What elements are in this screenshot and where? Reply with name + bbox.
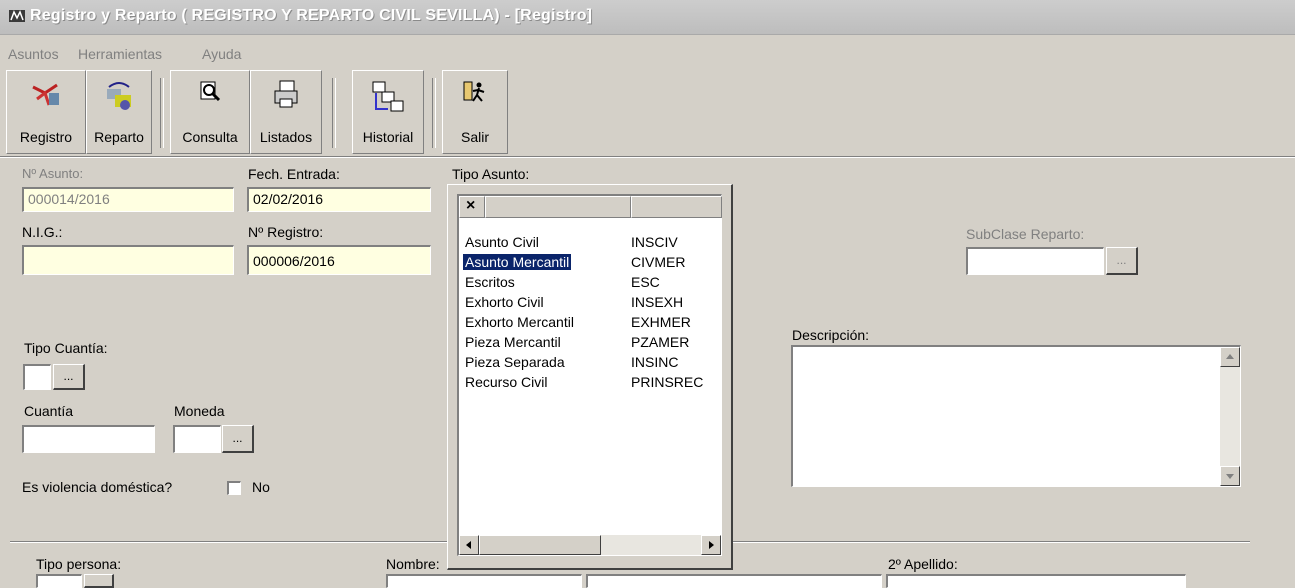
moneda-field[interactable]	[173, 425, 221, 453]
listados-button[interactable]: Listados	[250, 70, 322, 154]
item-name: Recurso Civil	[465, 374, 548, 390]
item-code: ESC	[631, 274, 660, 290]
close-icon: ×	[466, 197, 476, 214]
list-column-header-name[interactable]	[485, 196, 631, 218]
toolbar-separator	[160, 78, 164, 148]
scroll-down-button[interactable]	[1220, 466, 1240, 486]
toolbar-divider	[0, 156, 1295, 158]
historial-button[interactable]: Historial	[352, 70, 424, 154]
scroll-up-button[interactable]	[1220, 347, 1240, 367]
list-column-header-code[interactable]	[631, 196, 722, 218]
cuantia-label: Cuantía	[24, 403, 74, 419]
tipo-cuantia-label: Tipo Cuantía:	[24, 340, 108, 356]
subclase-lookup-button: ...	[1106, 247, 1138, 275]
listados-label: Listados	[259, 129, 313, 145]
reparto-button[interactable]: Reparto	[86, 70, 152, 154]
item-name: Asunto Civil	[465, 234, 539, 250]
list-horizontal-scrollbar[interactable]	[459, 535, 721, 555]
apellido2-label: 2º Apellido:	[888, 556, 958, 572]
item-code: INSINC	[631, 354, 679, 370]
menu-ayuda[interactable]: Ayuda	[202, 46, 241, 62]
item-code: CIVMER	[631, 254, 686, 270]
scroll-thumb[interactable]	[479, 535, 601, 555]
moneda-label: Moneda	[174, 403, 225, 419]
arrow-down-icon	[1226, 474, 1234, 479]
num-registro-field: 000006/2016	[247, 245, 431, 275]
descripcion-textarea[interactable]	[791, 345, 1241, 487]
violencia-checkbox[interactable]	[227, 481, 241, 495]
reparto-label: Reparto	[94, 129, 144, 145]
nombre-field[interactable]	[386, 574, 582, 588]
tipo-persona-label: Tipo persona:	[36, 556, 122, 572]
num-asunto-field: 000014/2016	[22, 187, 234, 212]
registro-icon	[32, 83, 59, 106]
tipo-persona-field[interactable]	[36, 574, 82, 588]
violencia-value: No	[252, 479, 270, 495]
registro-label: Registro	[19, 129, 73, 145]
descripcion-label: Descripción:	[792, 327, 870, 343]
exit-icon	[463, 81, 485, 102]
listados-icon	[274, 80, 298, 108]
fech-entrada-field[interactable]: 02/02/2016	[247, 187, 431, 212]
arrow-right-icon	[709, 541, 714, 549]
descripcion-scrollbar[interactable]	[1220, 347, 1240, 486]
item-name: Pieza Mercantil	[465, 334, 561, 350]
salir-label: Salir	[460, 129, 489, 145]
tipo-persona-lookup-button[interactable]	[84, 574, 114, 588]
consulta-button[interactable]: Consulta	[170, 70, 250, 154]
tipo-cuantia-field[interactable]	[23, 364, 51, 390]
moneda-lookup-button[interactable]: ...	[222, 425, 254, 453]
item-code: INSCIV	[631, 234, 678, 250]
toolbar-separator	[432, 78, 436, 148]
salir-button[interactable]: Salir	[442, 70, 508, 154]
subclase-label: SubClase Reparto:	[966, 226, 1085, 242]
historial-label: Historial	[362, 129, 414, 145]
menu-asuntos[interactable]: Asuntos	[8, 46, 59, 62]
tipo-asunto-list[interactable]: × Asunto Civil INSCIV Asunto Mercantil CIV…	[457, 194, 722, 556]
scroll-right-button[interactable]	[701, 535, 721, 555]
item-code: PZAMER	[631, 334, 690, 350]
tipo-cuantia-lookup-button[interactable]: ...	[53, 364, 85, 390]
toolbar-separator	[332, 78, 336, 148]
item-code: INSEXH	[631, 294, 684, 310]
cuantia-field[interactable]	[22, 425, 155, 453]
consulta-icon	[200, 81, 221, 102]
fech-entrada-label: Fech. Entrada:	[248, 166, 340, 182]
tipo-asunto-dropdown[interactable]: × Asunto Civil INSCIV Asunto Mercantil CIV…	[447, 184, 733, 570]
arrow-left-icon	[466, 541, 471, 549]
nig-field[interactable]	[22, 245, 234, 275]
reparto-icon	[107, 82, 131, 110]
toolbar: Registro Reparto Consulta Listados Histo…	[0, 70, 1295, 156]
scroll-left-button[interactable]	[459, 535, 479, 555]
num-registro-label: Nº Registro:	[248, 224, 324, 240]
nig-label: N.I.G.:	[22, 224, 63, 240]
menu-herramientas[interactable]: Herramientas	[78, 46, 162, 62]
arrow-up-icon	[1226, 354, 1234, 359]
subclase-field	[966, 247, 1104, 275]
historial-icon	[372, 81, 404, 112]
apellido2-field[interactable]	[886, 574, 1186, 588]
tipo-asunto-label: Tipo Asunto:	[452, 166, 530, 182]
item-name: Exhorto Mercantil	[465, 314, 574, 330]
item-code: PRINSREC	[631, 374, 704, 390]
menu-bar: Asuntos Herramientas Ayuda	[0, 38, 1295, 64]
item-code: EXHMER	[631, 314, 691, 330]
app-icon	[9, 10, 25, 22]
window-title: Registro y Reparto ( REGISTRO Y REPARTO …	[30, 7, 593, 24]
num-asunto-label: Nº Asunto:	[22, 166, 84, 181]
close-list-button[interactable]: ×	[459, 196, 485, 218]
item-name: Escritos	[465, 274, 515, 290]
item-name: Asunto Mercantil	[461, 253, 573, 271]
registro-button[interactable]: Registro	[6, 70, 86, 154]
title-bar: Registro y Reparto ( REGISTRO Y REPARTO …	[0, 0, 1295, 35]
item-name: Pieza Separada	[465, 354, 565, 370]
violencia-label: Es violencia doméstica?	[22, 479, 173, 495]
item-name: Exhorto Civil	[465, 294, 544, 310]
apellido1-field[interactable]	[586, 574, 882, 588]
consulta-label: Consulta	[182, 129, 238, 145]
nombre-label: Nombre:	[386, 556, 440, 572]
